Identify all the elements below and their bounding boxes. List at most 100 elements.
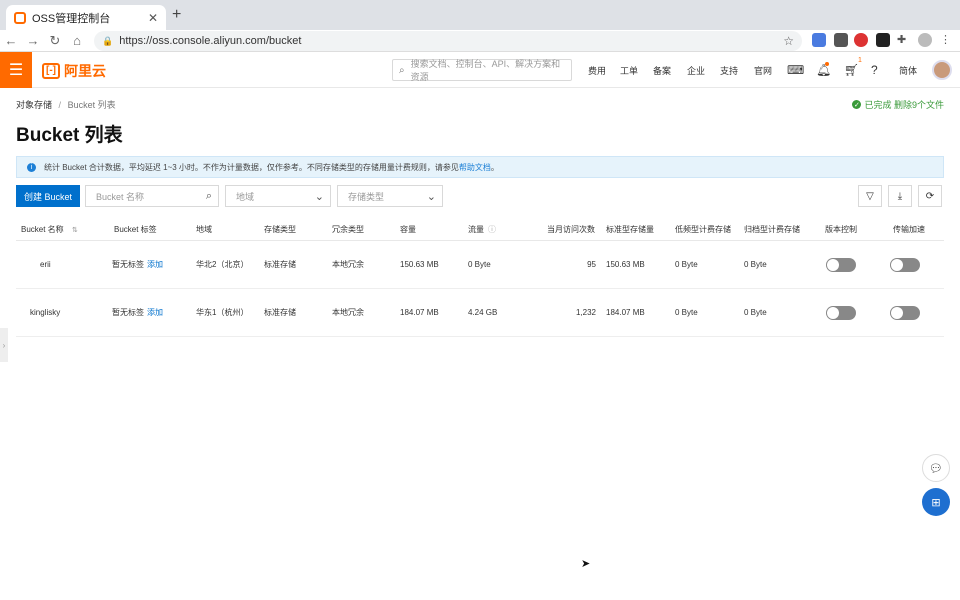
storage-type-placeholder: 存储类型 — [348, 191, 385, 202]
nav-ticket[interactable]: 工单 — [620, 52, 638, 88]
refresh-icon[interactable]: ⟳ — [918, 185, 942, 207]
bucket-name-link[interactable]: erii — [40, 260, 51, 269]
search-icon: ⌕ — [399, 64, 405, 76]
extension-dark-icon[interactable] — [876, 33, 890, 47]
lock-icon: 🔒 — [102, 35, 114, 46]
bucket-standard: 184.07 MB — [606, 308, 645, 317]
notification-dot — [825, 62, 829, 66]
col-versioning: 版本控制 — [825, 225, 857, 234]
add-tag-link[interactable]: 添加 — [147, 307, 163, 318]
menu-hamburger-icon[interactable]: ☰ — [0, 52, 32, 88]
browser-menu-icon[interactable]: ⋮ — [940, 33, 954, 47]
table-header: Bucket 名称 ⇅ Bucket 标签 地域 存储类型 冗余类型 容量 流量… — [16, 219, 944, 241]
extensions-puzzle-icon[interactable]: ✚ — [897, 33, 911, 47]
bucket-name-placeholder: Bucket 名称 — [96, 191, 145, 202]
close-tab-icon[interactable]: ✕ — [148, 11, 158, 25]
nav-icp[interactable]: 备案 — [653, 52, 671, 88]
col-capacity: 容量 — [400, 225, 416, 234]
cart-count: 1 — [858, 57, 862, 64]
logo-text: 阿里云 — [64, 63, 106, 79]
col-archive-storage: 归档型计费存储 — [744, 225, 800, 234]
acceleration-toggle[interactable] — [890, 258, 920, 272]
new-tab-icon[interactable]: + — [172, 6, 181, 24]
apps-grid-icon[interactable]: ⊞ — [922, 488, 950, 516]
extension-qr-icon[interactable] — [834, 33, 848, 47]
region-placeholder: 地域 — [236, 191, 255, 202]
mouse-cursor-icon: ➤ — [581, 558, 591, 570]
notification-bell-icon[interactable]: 🔔︎ — [816, 63, 831, 77]
tab-title: OSS管理控制台 — [32, 12, 111, 25]
add-tag-link[interactable]: 添加 — [147, 259, 163, 270]
bucket-redundancy: 本地冗余 — [332, 308, 364, 317]
task-status[interactable]: ✓ 已完成 删除9个文件 — [852, 98, 944, 111]
download-icon[interactable]: ⤓ — [888, 185, 912, 207]
sort-icon[interactable]: ⇅ — [72, 226, 78, 234]
global-search-input[interactable]: ⌕ 搜索文档、控制台、API、解决方案和资源 — [392, 59, 572, 82]
reload-icon[interactable]: ↻ — [44, 33, 66, 49]
bucket-standard: 150.63 MB — [606, 260, 645, 269]
versioning-toggle[interactable] — [826, 258, 856, 272]
search-icon[interactable]: ⌕ — [206, 190, 212, 203]
bucket-archive: 0 Byte — [744, 308, 767, 317]
bucket-visits: 1,232 — [575, 308, 596, 317]
help-doc-link[interactable]: 帮助文档 — [459, 162, 491, 173]
create-bucket-button[interactable]: 创建 Bucket — [16, 185, 81, 207]
nav-official[interactable]: 官网 — [754, 52, 772, 88]
bookmark-star-icon[interactable]: ☆ — [783, 34, 794, 48]
bucket-capacity: 184.07 MB — [400, 308, 439, 317]
col-monthly-visits: 当月访问次数 — [547, 225, 595, 234]
profile-icon[interactable] — [918, 33, 932, 47]
info-notice: i 统计 Bucket 合计数据，平均延迟 1~3 小时。不作为计量数据，仅作参… — [16, 156, 944, 178]
check-circle-icon: ✓ — [852, 100, 862, 109]
user-avatar[interactable] — [932, 60, 952, 80]
nav-billing[interactable]: 费用 — [588, 52, 606, 88]
browser-tab-strip: OSS管理控制台 ✕ + — [0, 0, 960, 30]
bucket-archive: 0 Byte — [744, 260, 767, 269]
bucket-name-link[interactable]: kinglisky — [30, 308, 60, 317]
aliyun-logo[interactable]: [-] 阿里云 — [42, 61, 106, 81]
chevron-down-icon: ⌄ — [314, 191, 325, 203]
help-icon[interactable]: ? — [871, 63, 878, 77]
versioning-toggle[interactable] — [826, 306, 856, 320]
help-circle-icon[interactable]: ⓘ — [488, 224, 496, 235]
col-region: 地域 — [196, 225, 212, 234]
back-icon[interactable]: ← — [0, 33, 22, 48]
cart-icon[interactable]: 🛒︎ — [844, 63, 859, 77]
bucket-name-search-input[interactable]: Bucket 名称 ⌕ — [85, 185, 220, 207]
browser-tab[interactable]: OSS管理控制台 ✕ — [6, 5, 166, 30]
col-standard-storage: 标准型存储量 — [606, 225, 654, 234]
breadcrumb-separator: / — [58, 100, 62, 110]
sidebar-expand-handle[interactable]: › — [0, 328, 8, 362]
bucket-region: 华东1（杭州） — [196, 308, 249, 317]
storage-type-select[interactable]: 存储类型 ⌄ — [337, 185, 444, 207]
language-switch[interactable]: 简体 — [899, 52, 917, 88]
forward-icon[interactable]: → — [22, 33, 44, 48]
nav-enterprise[interactable]: 企业 — [687, 52, 705, 88]
breadcrumb-current: Bucket 列表 — [67, 100, 116, 110]
task-status-text: 已完成 删除9个文件 — [864, 100, 944, 110]
bucket-toolbar: 创建 Bucket Bucket 名称 ⌕ 地域 ⌄ 存储类型 ⌄ — [16, 185, 444, 207]
home-icon[interactable]: ⌂ — [66, 33, 88, 48]
nav-support[interactable]: 支持 — [720, 52, 738, 88]
bucket-visits: 95 — [587, 260, 596, 269]
address-bar[interactable]: 🔒 https://oss.console.aliyun.com/bucket … — [94, 31, 802, 51]
aliyun-favicon-icon — [14, 11, 26, 24]
notice-text: 统计 Bucket 合计数据，平均延迟 1~3 小时。不作为计量数据，仅作参考。… — [44, 162, 459, 172]
extension-translate-icon[interactable] — [812, 33, 826, 47]
table-row: kinglisky 暂无标签 添加 华东1（杭州） 标准存储 本地冗余 184.… — [16, 289, 944, 337]
extension-red-icon[interactable] — [854, 33, 868, 47]
region-select[interactable]: 地域 ⌄ — [225, 185, 332, 207]
bucket-ia: 0 Byte — [675, 308, 698, 317]
breadcrumb-root[interactable]: 对象存储 — [16, 100, 52, 110]
bucket-redundancy: 本地冗余 — [332, 260, 364, 269]
cloud-shell-icon[interactable]: ⌨ — [787, 63, 804, 77]
bucket-storage-type: 标准存储 — [264, 260, 296, 269]
col-traffic: 流量 — [468, 225, 484, 234]
bucket-tag: 暂无标签 — [112, 308, 144, 317]
acceleration-toggle[interactable] — [890, 306, 920, 320]
filter-icon[interactable]: ▽ — [858, 185, 882, 207]
table-row: erii 暂无标签 添加 华北2（北京） 标准存储 本地冗余 150.63 MB… — [16, 241, 944, 289]
chevron-down-icon: ⌄ — [426, 191, 437, 203]
chat-support-icon[interactable]: 💬︎ — [922, 454, 950, 482]
col-bucket-name[interactable]: Bucket 名称 — [21, 224, 64, 235]
